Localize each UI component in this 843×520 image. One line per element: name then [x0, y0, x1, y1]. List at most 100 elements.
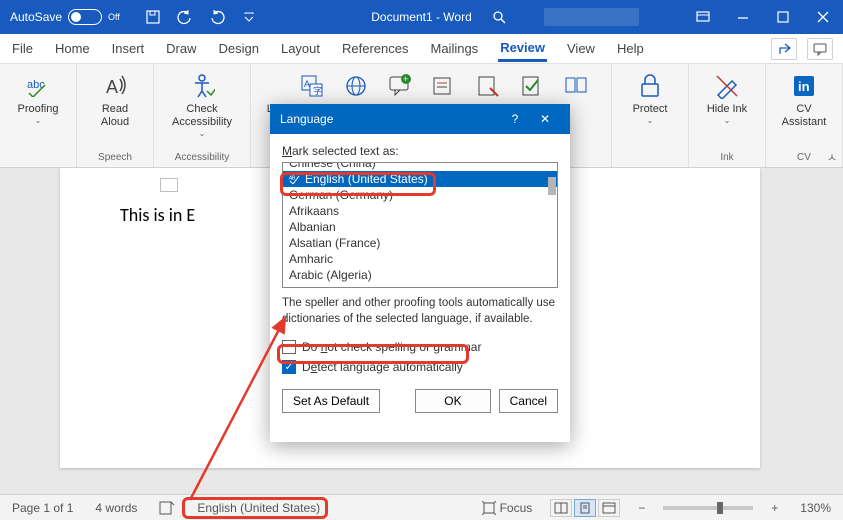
zoom-in-icon[interactable]: +: [767, 501, 782, 515]
print-layout-icon[interactable]: [574, 499, 596, 517]
qat-dropdown-icon[interactable]: [240, 8, 258, 26]
tab-view[interactable]: View: [565, 37, 597, 60]
protect-button[interactable]: Protect⌄: [622, 68, 678, 130]
detect-label: Detect language automatically: [302, 360, 463, 374]
minimize-icon[interactable]: [723, 0, 763, 34]
spell-status-icon[interactable]: [155, 501, 179, 515]
read-aloud-button[interactable]: A Read Aloud: [87, 68, 143, 133]
list-item[interactable]: German (Germany): [283, 187, 557, 203]
dialog-close-icon[interactable]: ✕: [530, 112, 560, 126]
compare-icon: [564, 74, 588, 98]
title-bar: AutoSave Off Document1 - Word: [0, 0, 843, 34]
hide-ink-button[interactable]: Hide Ink ⌄: [699, 68, 755, 130]
dialog-help-icon[interactable]: ?: [500, 112, 530, 126]
list-item[interactable]: Chinese (China): [283, 162, 557, 171]
language-icon: [265, 72, 293, 100]
status-bar: Page 1 of 1 4 words English (United Stat…: [0, 494, 843, 520]
web-layout-icon[interactable]: [598, 499, 620, 517]
list-item[interactable]: Amharic: [283, 251, 557, 267]
focus-button[interactable]: Focus: [478, 501, 537, 515]
collapse-ribbon-icon[interactable]: ㅅ: [827, 149, 837, 165]
redo-icon[interactable]: [208, 8, 226, 26]
mark-text-label: Mark selected text as:: [282, 144, 558, 158]
svg-text:A: A: [106, 77, 118, 97]
word-count[interactable]: 4 words: [91, 501, 141, 515]
autosave-label: AutoSave: [10, 10, 62, 24]
autosave-state: Off: [108, 12, 120, 22]
accessibility-icon: [188, 72, 216, 100]
group-proofing: abc Proofing⌄: [0, 64, 77, 167]
tab-file[interactable]: File: [10, 37, 35, 60]
save-icon[interactable]: [144, 8, 162, 26]
scrollbar-thumb[interactable]: [548, 177, 556, 195]
zoom-slider[interactable]: [663, 506, 753, 510]
zoom-level[interactable]: 130%: [796, 501, 835, 515]
page-margin-indicator: [160, 178, 178, 192]
track-changes-icon: [476, 74, 500, 98]
list-item[interactable]: Arabic (Algeria): [283, 267, 557, 283]
tab-mailings[interactable]: Mailings: [429, 37, 481, 60]
list-item[interactable]: Afrikaans: [283, 203, 557, 219]
page-indicator[interactable]: Page 1 of 1: [8, 501, 77, 515]
dialog-info-text: The speller and other proofing tools aut…: [282, 296, 558, 327]
tab-design[interactable]: Design: [217, 37, 261, 60]
no-check-checkbox[interactable]: [282, 340, 296, 354]
language-listbox[interactable]: Chinese (China) ᴬᴮ English (United State…: [282, 162, 558, 288]
account-area[interactable]: [544, 8, 639, 26]
dialog-title-text: Language: [280, 112, 333, 126]
tab-help[interactable]: Help: [615, 37, 646, 60]
svg-text:abc: abc: [27, 79, 45, 91]
read-mode-icon[interactable]: [550, 499, 572, 517]
search-icon[interactable]: [490, 8, 508, 26]
tab-references[interactable]: References: [340, 37, 410, 60]
check-accessibility-button[interactable]: Check Accessibility ⌄: [164, 68, 240, 143]
list-item[interactable]: Alsatian (France): [283, 235, 557, 251]
ok-button[interactable]: OK: [415, 389, 490, 413]
svg-text:+: +: [403, 74, 408, 84]
language-dialog: Language ? ✕ Mark selected text as: Chin…: [270, 104, 570, 442]
svg-text:A: A: [304, 79, 310, 89]
markup-icon: [432, 74, 456, 98]
tab-home[interactable]: Home: [53, 37, 92, 60]
protect-icon: [636, 72, 664, 100]
detect-checkbox[interactable]: ✓: [282, 360, 296, 374]
autosave-control[interactable]: AutoSave Off: [0, 9, 130, 25]
tab-review[interactable]: Review: [498, 36, 547, 62]
window-controls: [683, 0, 843, 34]
no-check-spelling-row[interactable]: Do not check spelling or grammar: [282, 340, 558, 354]
list-item[interactable]: Albanian: [283, 219, 557, 235]
dialog-titlebar[interactable]: Language ? ✕: [270, 104, 570, 134]
maximize-icon[interactable]: [763, 0, 803, 34]
new-comment-icon: +: [388, 74, 412, 98]
linkedin-icon: in: [790, 72, 818, 100]
group-protect: Protect⌄: [611, 64, 689, 167]
language-indicator[interactable]: English (United States): [193, 501, 324, 515]
proofing-icon: abc: [24, 72, 52, 100]
window-title: Document1 - Word: [371, 10, 471, 24]
accept-icon: [520, 74, 544, 98]
zoom-out-icon[interactable]: −: [634, 501, 649, 515]
cancel-button[interactable]: Cancel: [499, 389, 558, 413]
undo-icon[interactable]: [176, 8, 194, 26]
tab-insert[interactable]: Insert: [110, 37, 147, 60]
set-default-button[interactable]: Set As Default: [282, 389, 380, 413]
lang-icon: [344, 74, 368, 98]
group-accessibility: Check Accessibility ⌄ Accessibility: [154, 64, 251, 167]
share-icon[interactable]: [771, 38, 797, 60]
translate-icon: A字: [300, 74, 324, 98]
autosave-toggle[interactable]: [68, 9, 102, 25]
tab-layout[interactable]: Layout: [279, 37, 322, 60]
comments-icon[interactable]: [807, 38, 833, 60]
cv-assistant-button[interactable]: in CV Assistant: [776, 68, 832, 133]
proofing-button[interactable]: abc Proofing⌄: [10, 68, 66, 130]
dialog-body: Mark selected text as: Chinese (China) ᴬ…: [270, 134, 570, 442]
group-ink: Hide Ink ⌄ Ink: [689, 64, 766, 167]
tab-draw[interactable]: Draw: [164, 37, 198, 60]
ribbon-tabs: File Home Insert Draw Design Layout Refe…: [0, 34, 843, 64]
close-icon[interactable]: [803, 0, 843, 34]
detect-language-row[interactable]: ✓ Detect language automatically: [282, 360, 558, 374]
no-check-label: Do not check spelling or grammar: [302, 340, 481, 354]
view-switcher: [550, 499, 620, 517]
list-item-selected[interactable]: ᴬᴮ English (United States): [283, 171, 557, 187]
ribbon-display-icon[interactable]: [683, 0, 723, 34]
